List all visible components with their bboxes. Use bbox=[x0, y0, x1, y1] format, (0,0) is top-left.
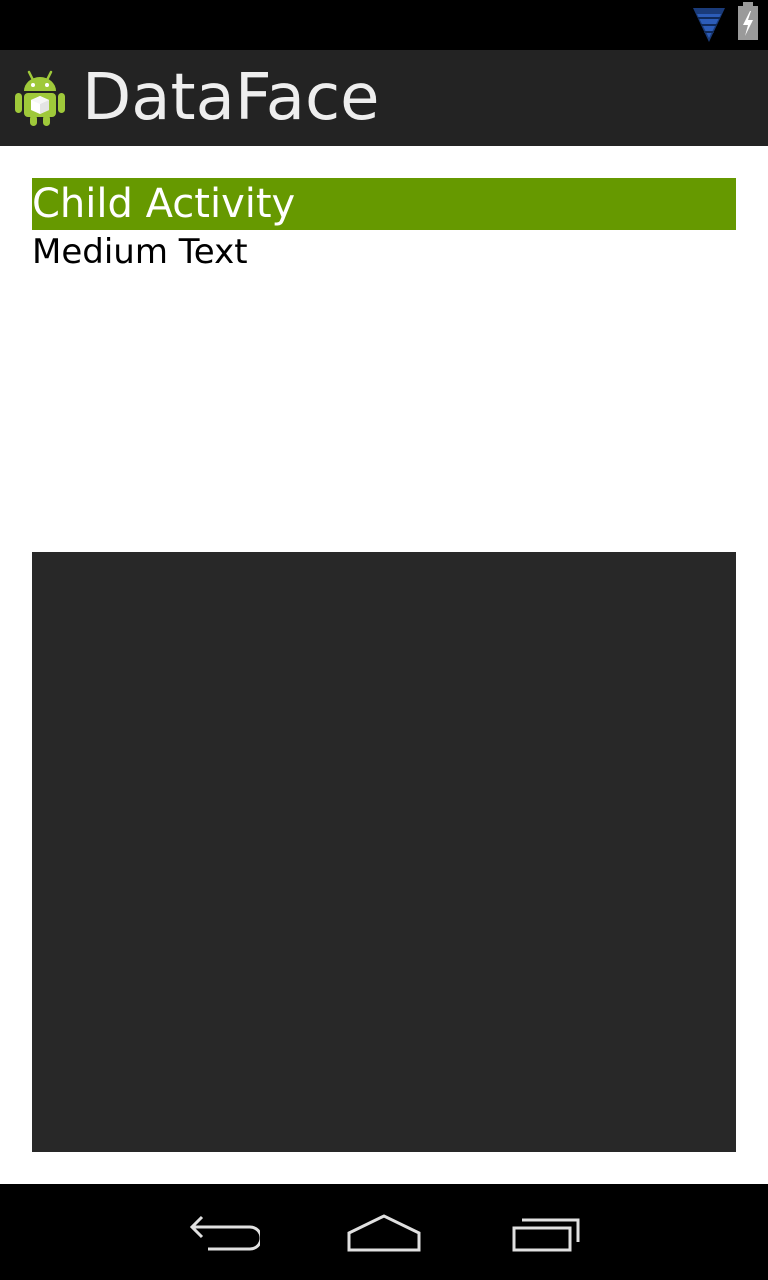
child-activity-header: Child Activity bbox=[32, 178, 736, 230]
content-panel bbox=[32, 552, 736, 1152]
medium-text-label: Medium Text bbox=[32, 232, 248, 272]
status-bar bbox=[0, 0, 768, 50]
wifi-icon bbox=[693, 8, 725, 42]
screen: DataFace Child Activity Medium Text bbox=[0, 0, 768, 1280]
android-robot-icon[interactable] bbox=[14, 69, 66, 127]
navigation-bar bbox=[0, 1184, 768, 1280]
recents-button[interactable] bbox=[498, 1184, 594, 1280]
home-button[interactable] bbox=[336, 1184, 432, 1280]
back-icon bbox=[189, 1215, 260, 1251]
home-icon bbox=[347, 1214, 421, 1252]
battery-charging-icon bbox=[738, 2, 758, 40]
recents-icon bbox=[512, 1218, 580, 1252]
app-title: DataFace bbox=[82, 61, 380, 135]
content-area: Child Activity Medium Text bbox=[0, 146, 768, 1184]
back-button[interactable] bbox=[176, 1184, 272, 1280]
action-bar: DataFace bbox=[0, 50, 768, 146]
